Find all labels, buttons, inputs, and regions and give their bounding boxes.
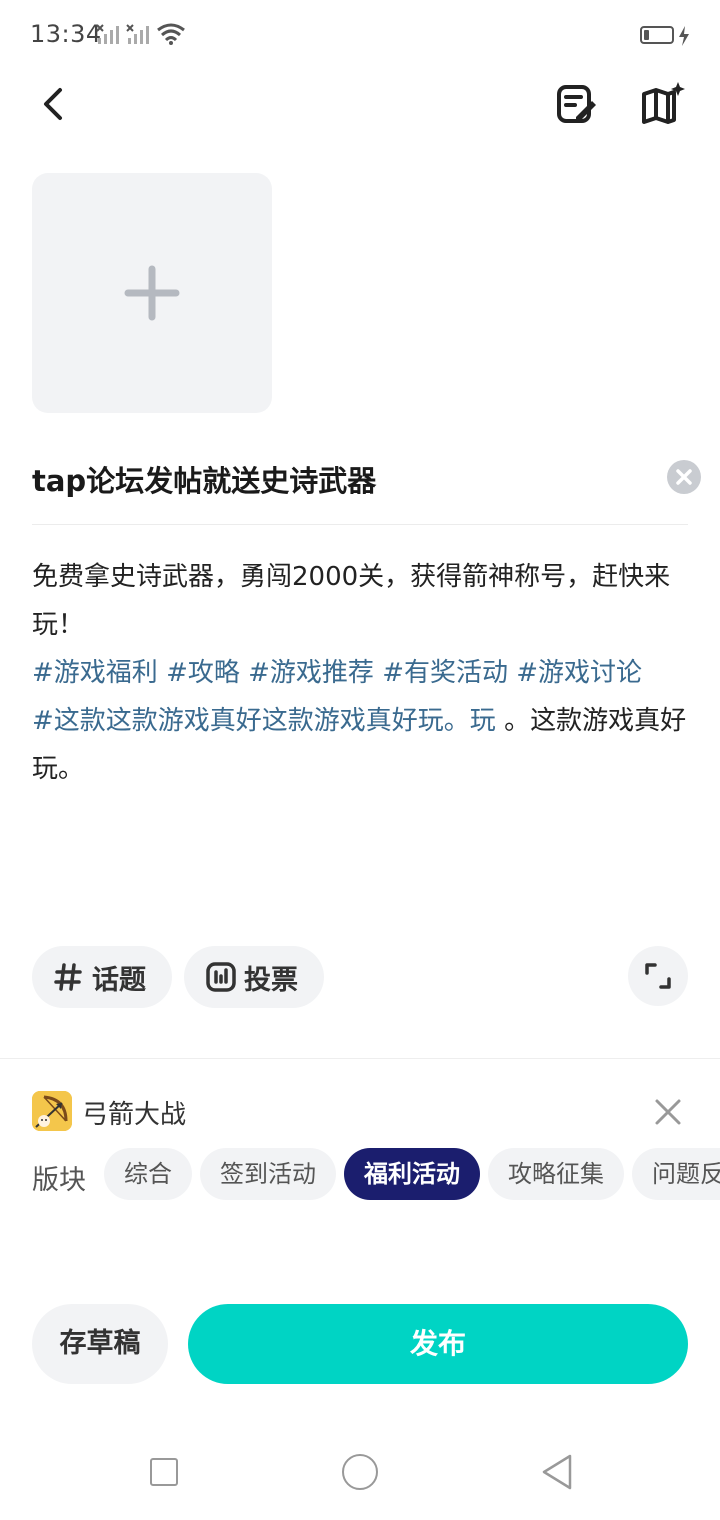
board-tab-general[interactable]: 综合 [104, 1148, 192, 1200]
board-tab-welfare[interactable]: 福利活动 [344, 1148, 480, 1200]
game-icon [32, 1091, 72, 1131]
hashtag[interactable]: #游戏讨论 [516, 658, 642, 688]
expand-editor-button[interactable] [628, 946, 688, 1006]
board-tab-checkin[interactable]: 签到活动 [200, 1148, 336, 1200]
back-arrow-icon [44, 88, 62, 120]
close-icon [655, 1099, 681, 1125]
hashtag[interactable]: #有奖活动 [382, 658, 508, 688]
vote-label: 投票 [244, 964, 298, 996]
recent-apps-button[interactable] [150, 1458, 178, 1486]
vote-icon [206, 962, 236, 992]
status-time: 13:34 [30, 20, 102, 48]
body-text: 免费拿史诗武器，勇闯2000关，获得箭神称号，赶快来玩！ [32, 562, 671, 640]
title-divider [32, 524, 688, 525]
topic-button[interactable]: 话题 [32, 946, 172, 1008]
clear-title-button[interactable] [667, 460, 701, 494]
plus-icon [124, 265, 180, 321]
hashtag[interactable]: #游戏福利 [32, 658, 158, 688]
guide-button[interactable] [638, 80, 686, 128]
section-divider [0, 1058, 720, 1059]
expand-icon [645, 963, 671, 989]
close-icon [676, 469, 692, 485]
post-body-input[interactable]: 免费拿史诗武器，勇闯2000关，获得箭神称号，赶快来玩！ #游戏福利 #攻略 #游… [32, 553, 692, 793]
post-title-input[interactable]: tap论坛发帖就送史诗武器 [32, 458, 376, 500]
signal-1-icon [96, 24, 119, 44]
hashtag-icon [54, 963, 82, 991]
bow-arrow-icon [32, 1091, 72, 1131]
charging-icon [679, 26, 689, 46]
back-button[interactable] [32, 80, 80, 128]
edit-settings-button[interactable] [552, 80, 600, 128]
signal-2-icon [126, 24, 149, 44]
vote-button[interactable]: 投票 [184, 946, 324, 1008]
hashtag[interactable]: #这款这款游戏真好这款游戏真好玩。玩 [32, 706, 496, 736]
edit-note-icon [557, 85, 596, 123]
guide-book-icon [642, 82, 685, 124]
wifi-icon [157, 23, 185, 45]
hashtag[interactable]: #攻略 [166, 658, 240, 688]
board-label: 版块 [32, 1165, 86, 1196]
game-name: 弓箭大战 [82, 1100, 187, 1130]
hashtag[interactable]: #游戏推荐 [248, 658, 374, 688]
add-image-button[interactable] [32, 173, 272, 413]
home-button[interactable] [342, 1454, 378, 1490]
topic-label: 话题 [92, 964, 146, 996]
nav-back-icon[interactable] [540, 1452, 574, 1492]
battery-icon [640, 26, 674, 44]
save-draft-button[interactable]: 存草稿 [32, 1304, 168, 1384]
remove-game-button[interactable] [652, 1096, 684, 1128]
publish-button[interactable]: 发布 [188, 1304, 688, 1384]
board-tab-strategy[interactable]: 攻略征集 [488, 1148, 624, 1200]
board-tab-feedback[interactable]: 问题反馈 [632, 1148, 720, 1200]
